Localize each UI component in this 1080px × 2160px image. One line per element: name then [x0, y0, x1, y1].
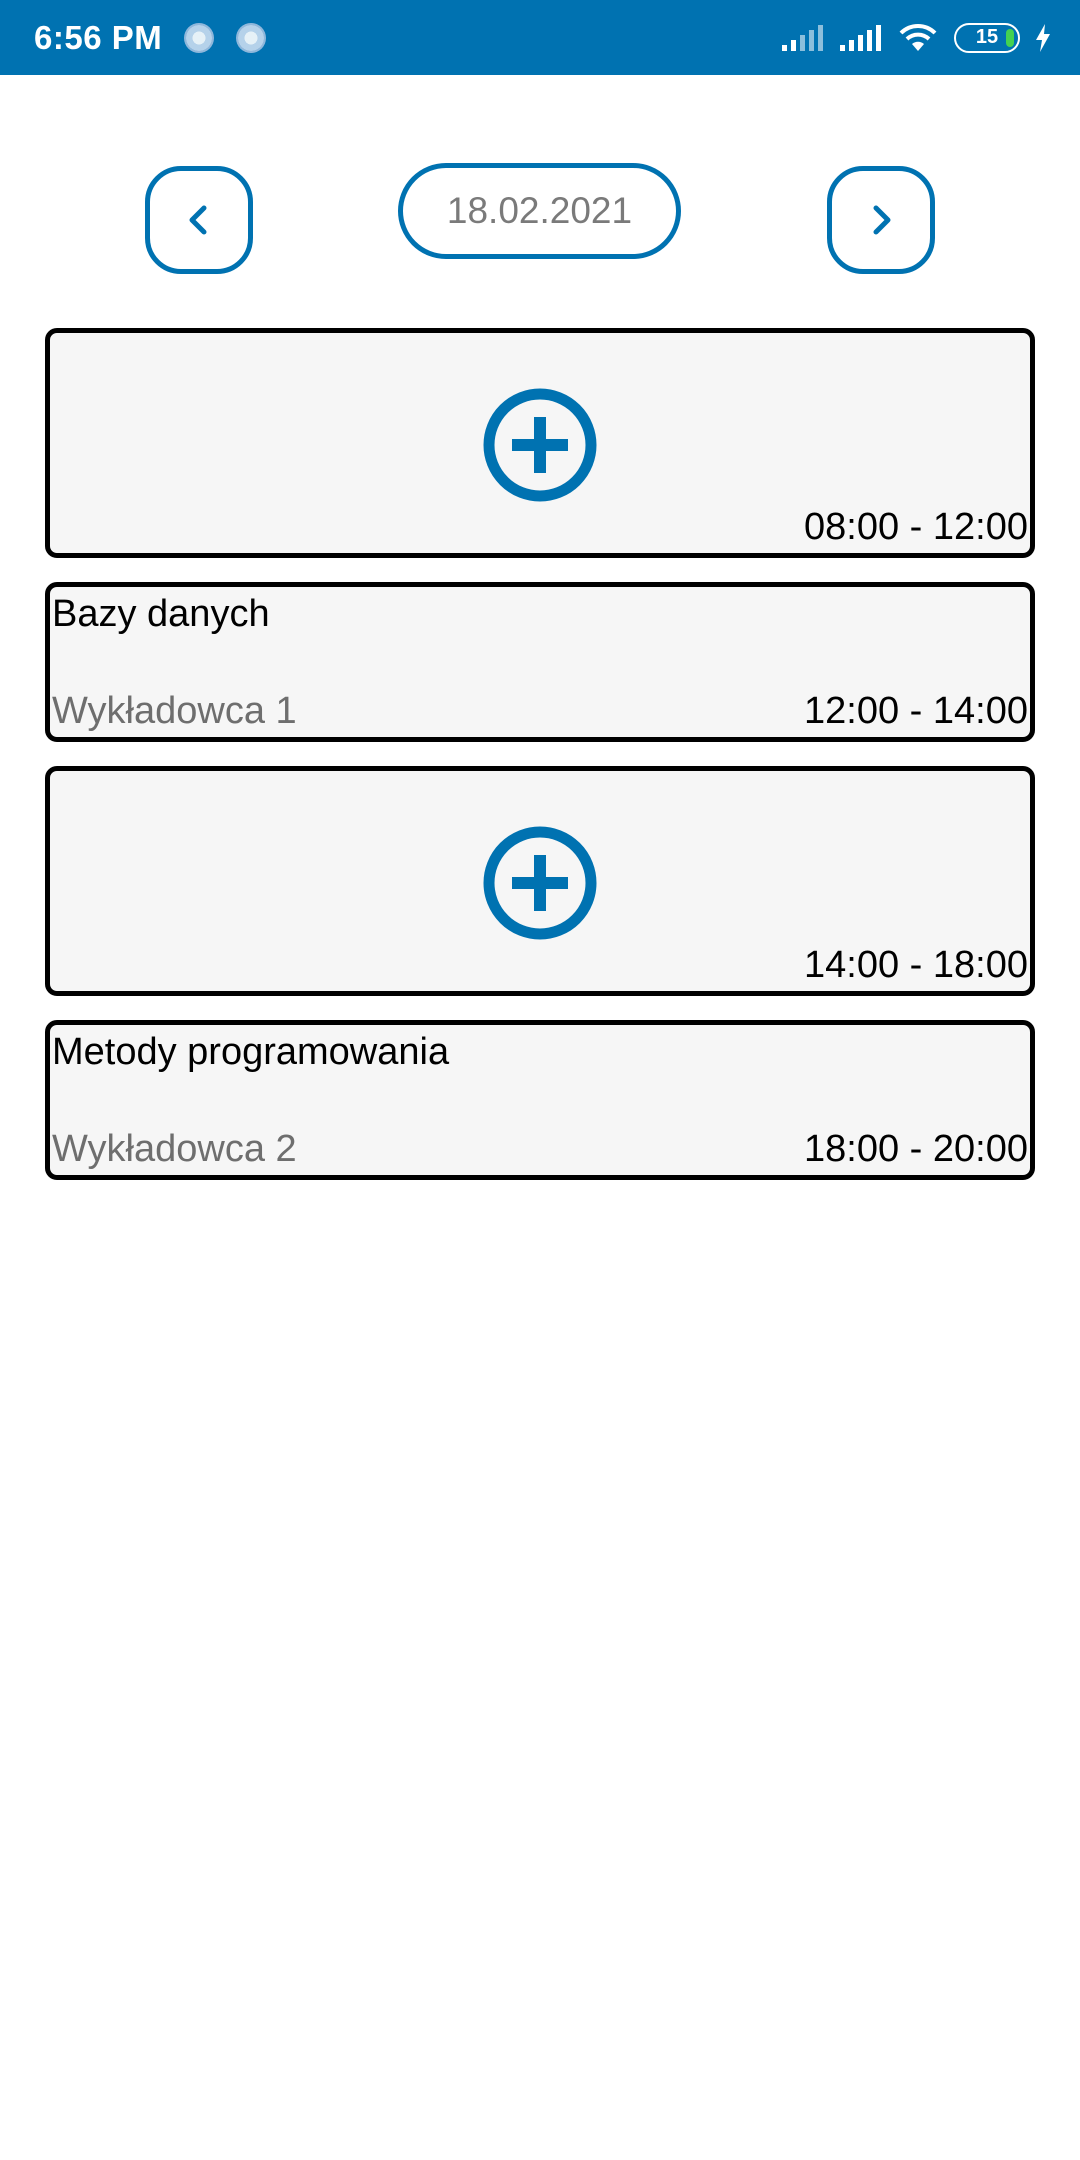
battery-level: 15: [975, 26, 999, 48]
add-circle-icon[interactable]: [483, 388, 597, 502]
date-picker-button[interactable]: 18.02.2021: [398, 163, 681, 259]
charging-icon: [1036, 23, 1050, 52]
slot-time: 18:00 - 20:00: [804, 1128, 1028, 1170]
date-navigation: 18.02.2021: [0, 163, 1080, 274]
signal-icon: [782, 24, 823, 51]
status-bar-left: 6:56 PM: [34, 18, 267, 57]
chevron-left-icon: [189, 205, 207, 235]
battery-icon: 15: [954, 22, 1020, 53]
chevron-right-icon: [873, 205, 891, 235]
next-day-button[interactable]: [827, 166, 935, 274]
class-title: Metody programowania: [52, 1031, 450, 1073]
class-title: Bazy danych: [52, 593, 270, 635]
add-circle-icon[interactable]: [483, 826, 597, 940]
status-bar: 6:56 PM 15: [0, 0, 1080, 75]
class-lecturer: Wykładowca 2: [52, 1128, 297, 1170]
signal-icon: [840, 24, 881, 51]
status-time: 6:56 PM: [34, 18, 163, 56]
class-slot[interactable]: Bazy danych Wykładowca 1 12:00 - 14:00: [45, 582, 1035, 742]
slot-time: 12:00 - 14:00: [804, 690, 1028, 732]
current-date: 18.02.2021: [446, 190, 633, 231]
app-notification-icon: [236, 22, 267, 53]
app-notification-icon: [184, 22, 215, 53]
wifi-icon: [899, 23, 937, 51]
previous-day-button[interactable]: [145, 166, 253, 274]
empty-slot[interactable]: 14:00 - 18:00: [45, 766, 1035, 996]
empty-slot[interactable]: 08:00 - 12:00: [45, 328, 1035, 558]
class-slot[interactable]: Metody programowania Wykładowca 2 18:00 …: [45, 1020, 1035, 1180]
battery-fill: [1006, 28, 1014, 47]
slot-time: 14:00 - 18:00: [804, 944, 1028, 986]
slot-time: 08:00 - 12:00: [804, 506, 1028, 548]
status-bar-right: 15: [780, 22, 1052, 54]
class-lecturer: Wykładowca 1: [52, 690, 297, 732]
